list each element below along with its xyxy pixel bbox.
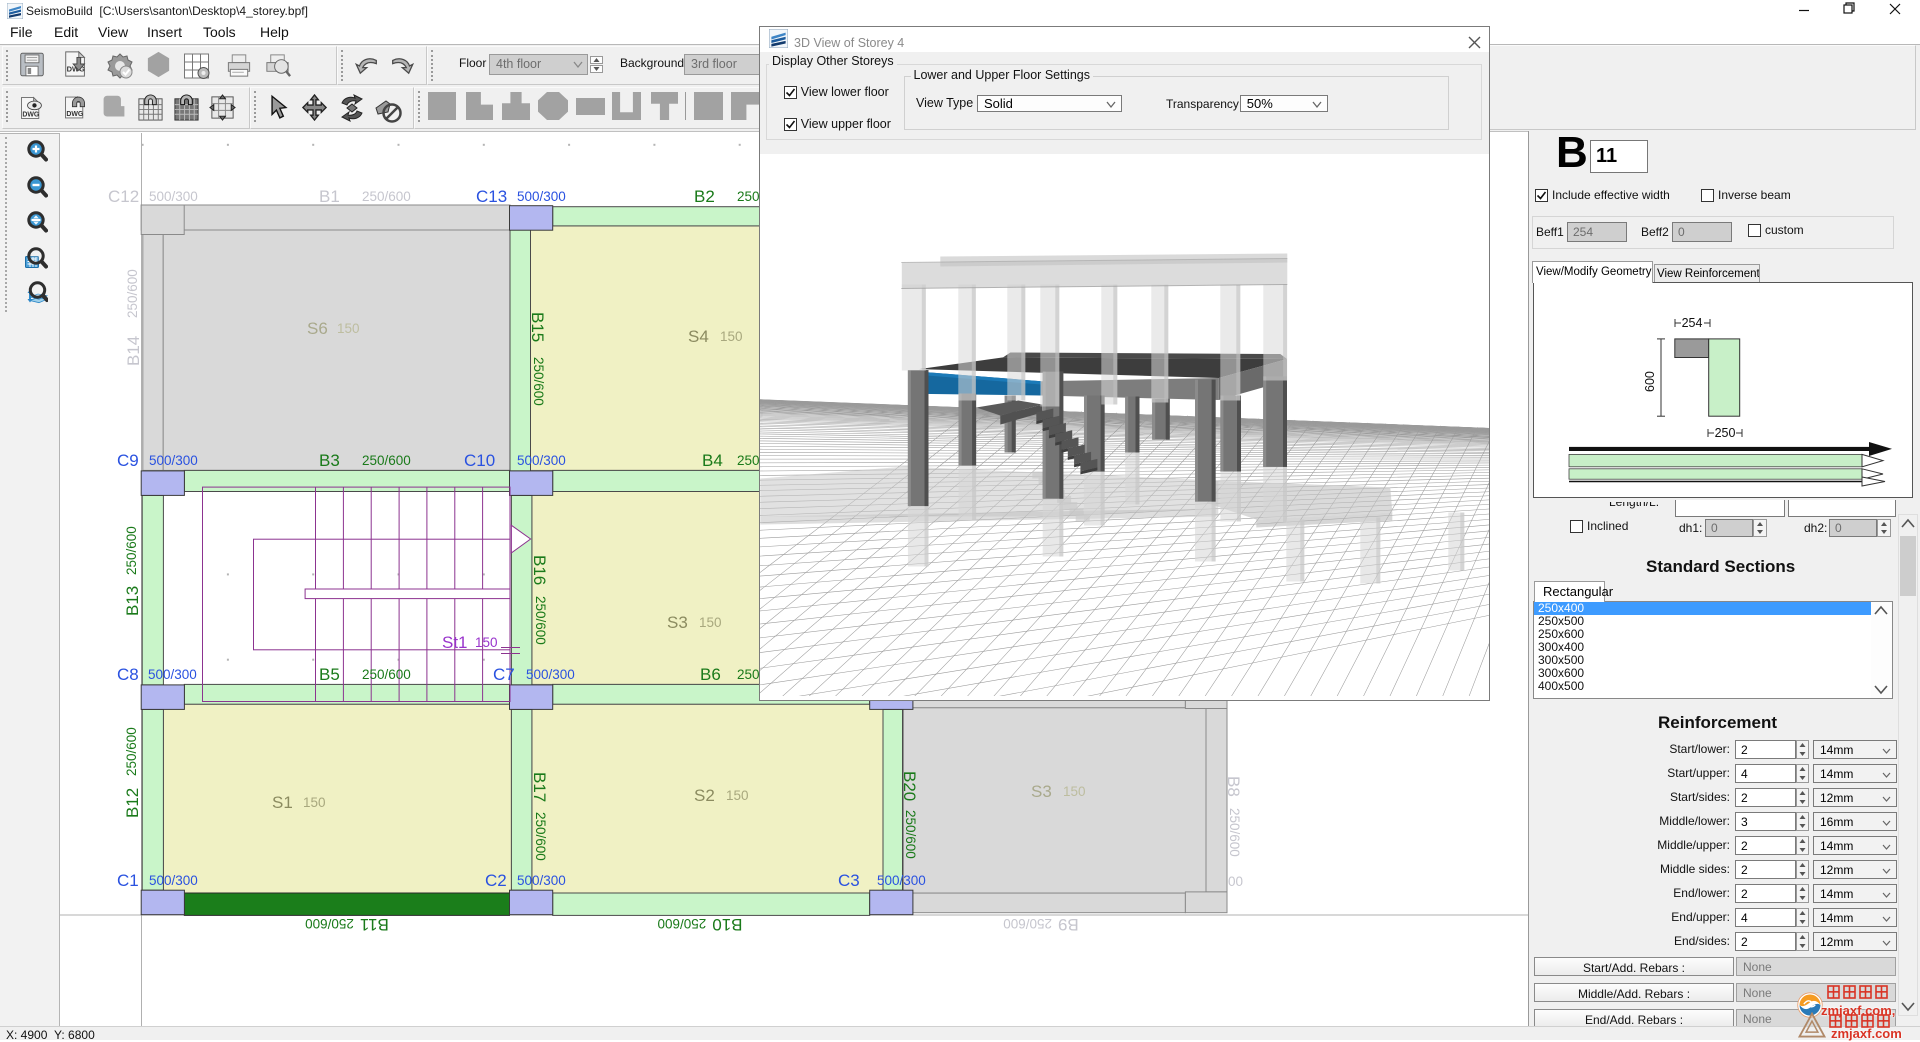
svg-text:250/600: 250/600 <box>362 189 411 204</box>
svg-text:B4: B4 <box>702 451 723 470</box>
svg-text:150: 150 <box>699 615 722 630</box>
svg-text:250/600: 250/600 <box>125 269 140 318</box>
svg-text:150: 150 <box>475 635 498 650</box>
svg-text:B20: B20 <box>900 771 919 801</box>
svg-text:150: 150 <box>1063 784 1086 799</box>
svg-text:C10: C10 <box>464 451 495 470</box>
svg-text:500/300: 500/300 <box>149 873 198 888</box>
svg-text:B14: B14 <box>124 336 143 366</box>
svg-text:B2: B2 <box>694 187 715 206</box>
svg-text:00: 00 <box>1228 874 1243 889</box>
svg-text:250/600: 250/600 <box>124 727 139 776</box>
svg-text:B15: B15 <box>528 312 547 342</box>
svg-text:500/300: 500/300 <box>526 667 575 682</box>
svg-text:250/600: 250/600 <box>362 667 411 682</box>
svg-text:S6: S6 <box>307 319 328 338</box>
svg-text:S2: S2 <box>694 786 715 805</box>
svg-text:150: 150 <box>303 795 326 810</box>
svg-text:B5: B5 <box>319 665 340 684</box>
svg-text:C1: C1 <box>117 871 139 890</box>
svg-text:150: 150 <box>720 329 743 344</box>
svg-text:B12: B12 <box>123 788 142 818</box>
svg-text:C12: C12 <box>108 187 139 206</box>
svg-text:B13: B13 <box>123 586 142 616</box>
svg-text:250/600: 250/600 <box>533 596 548 645</box>
svg-text:B9250/600: B9250/600 <box>1003 915 1079 934</box>
svg-text:600: 600 <box>1643 371 1657 392</box>
svg-text:B6: B6 <box>700 665 721 684</box>
svg-text:B11250/600: B11250/600 <box>305 915 389 934</box>
svg-text:S3: S3 <box>667 613 688 632</box>
svg-text:500/300: 500/300 <box>517 189 566 204</box>
svg-text:500/300: 500/300 <box>877 873 926 888</box>
svg-text:254: 254 <box>1682 316 1703 330</box>
svg-text:500/300: 500/300 <box>517 453 566 468</box>
svg-text:S3: S3 <box>1031 782 1052 801</box>
svg-text:S1: S1 <box>272 793 293 812</box>
svg-text:150: 150 <box>726 788 749 803</box>
svg-text:250/600: 250/600 <box>531 357 546 406</box>
svg-text:C9: C9 <box>117 451 139 470</box>
svg-text:250/600: 250/600 <box>362 453 411 468</box>
svg-text:B10250/600: B10250/600 <box>657 915 742 934</box>
svg-text:C2: C2 <box>485 871 507 890</box>
svg-text:St1: St1 <box>442 633 468 652</box>
svg-text:C7: C7 <box>493 665 515 684</box>
svg-text:500/300: 500/300 <box>148 667 197 682</box>
svg-text:C3: C3 <box>838 871 860 890</box>
svg-text:500/300: 500/300 <box>149 453 198 468</box>
svg-text:S4: S4 <box>688 327 709 346</box>
svg-text:B1: B1 <box>319 187 340 206</box>
svg-text:DWG: DWG <box>22 112 39 119</box>
svg-text:250/600: 250/600 <box>903 810 918 859</box>
svg-text:B3: B3 <box>319 451 340 470</box>
svg-text:C8: C8 <box>117 665 139 684</box>
svg-text:C13: C13 <box>476 187 507 206</box>
svg-text:500/300: 500/300 <box>149 189 198 204</box>
svg-text:250: 250 <box>1715 426 1736 440</box>
svg-text:B17: B17 <box>530 772 549 802</box>
svg-text:B16: B16 <box>530 555 549 585</box>
svg-text:500/300: 500/300 <box>517 873 566 888</box>
svg-text:250/600: 250/600 <box>1227 808 1242 857</box>
svg-text:250/600: 250/600 <box>533 812 548 861</box>
svg-text:B8: B8 <box>1224 776 1243 797</box>
svg-text:DWG: DWG <box>66 111 83 118</box>
svg-text:150: 150 <box>337 321 360 336</box>
svg-text:250/600: 250/600 <box>124 526 139 575</box>
